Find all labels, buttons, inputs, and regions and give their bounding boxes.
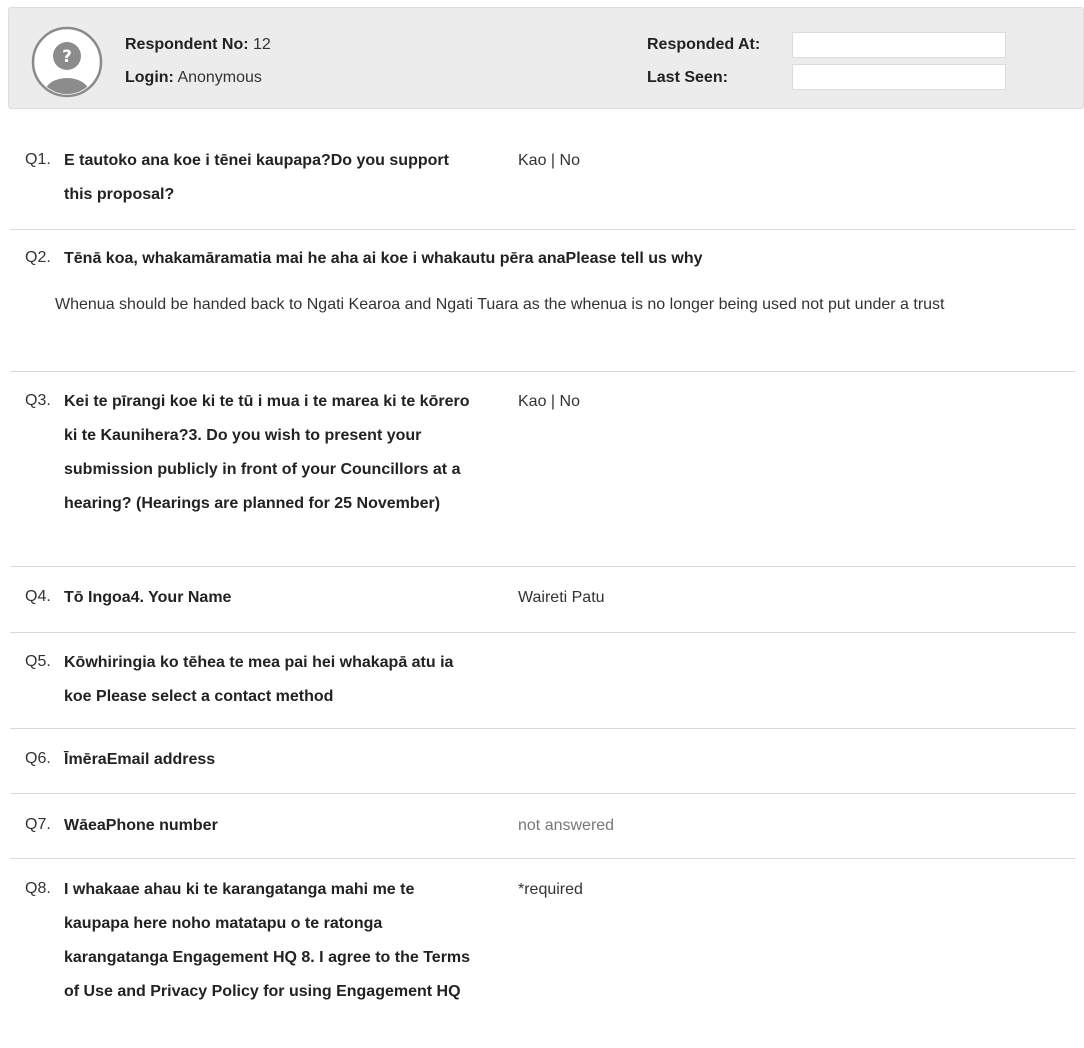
answer-text: *required: [518, 881, 583, 898]
answer-text: Waireti Patu: [518, 589, 605, 606]
question-number: Q2.: [25, 249, 51, 266]
responded-at-field: [792, 32, 1006, 58]
divider: [10, 229, 1076, 230]
divider: [10, 371, 1076, 372]
question-text: Tō Ingoa4. Your Name: [64, 589, 232, 606]
answer-text: not answered: [518, 817, 615, 834]
answer-text: Kao | No: [518, 152, 580, 169]
divider: [10, 632, 1076, 633]
question-number: Q1.: [25, 151, 51, 168]
divider: [10, 566, 1076, 567]
login: Login: Anonymous: [125, 69, 262, 87]
question-text: E tautoko ana koe i tēnei kaupapa?Do you…: [64, 152, 449, 203]
answer-text: Kao | No: [518, 393, 580, 410]
last-seen-field: [792, 64, 1006, 90]
question-text: WāeaPhone number: [64, 817, 218, 834]
login-label: Login:: [125, 69, 174, 86]
respondent-no-label: Respondent No:: [125, 36, 249, 53]
respondent-no: Respondent No: 12: [125, 36, 271, 54]
question-number: Q8.: [25, 880, 51, 897]
question-text: Kōwhiringia ko tēhea te mea pai hei whak…: [64, 654, 454, 705]
question-text: I whakaae ahau ki te karangatanga mahi m…: [64, 881, 471, 1000]
responded-at-label: Responded At:: [647, 36, 761, 53]
question-number: Q7.: [25, 816, 51, 833]
anonymous-avatar-icon: ?: [31, 26, 103, 98]
answer-text: Whenua should be handed back to Ngati Ke…: [55, 296, 945, 313]
divider: [10, 858, 1076, 859]
question-text: Kei te pīrangi koe ki te tū i mua i te m…: [64, 393, 470, 512]
question-number: Q3.: [25, 392, 51, 409]
question-text: ĪmēraEmail address: [64, 751, 216, 768]
divider: [10, 728, 1076, 729]
svg-text:?: ?: [62, 47, 72, 67]
question-number: Q4.: [25, 588, 51, 605]
question-number: Q6.: [25, 750, 51, 767]
question-text: Tēnā koa, whakamāramatia mai he aha ai k…: [64, 250, 703, 267]
divider: [10, 793, 1076, 794]
last-seen-label: Last Seen:: [647, 69, 728, 86]
respondent-no-value: 12: [253, 36, 271, 53]
login-value: Anonymous: [177, 69, 262, 86]
respondent-header: ? Respondent No: 12 Login: Anonymous Res…: [8, 7, 1084, 109]
question-number: Q5.: [25, 653, 51, 670]
